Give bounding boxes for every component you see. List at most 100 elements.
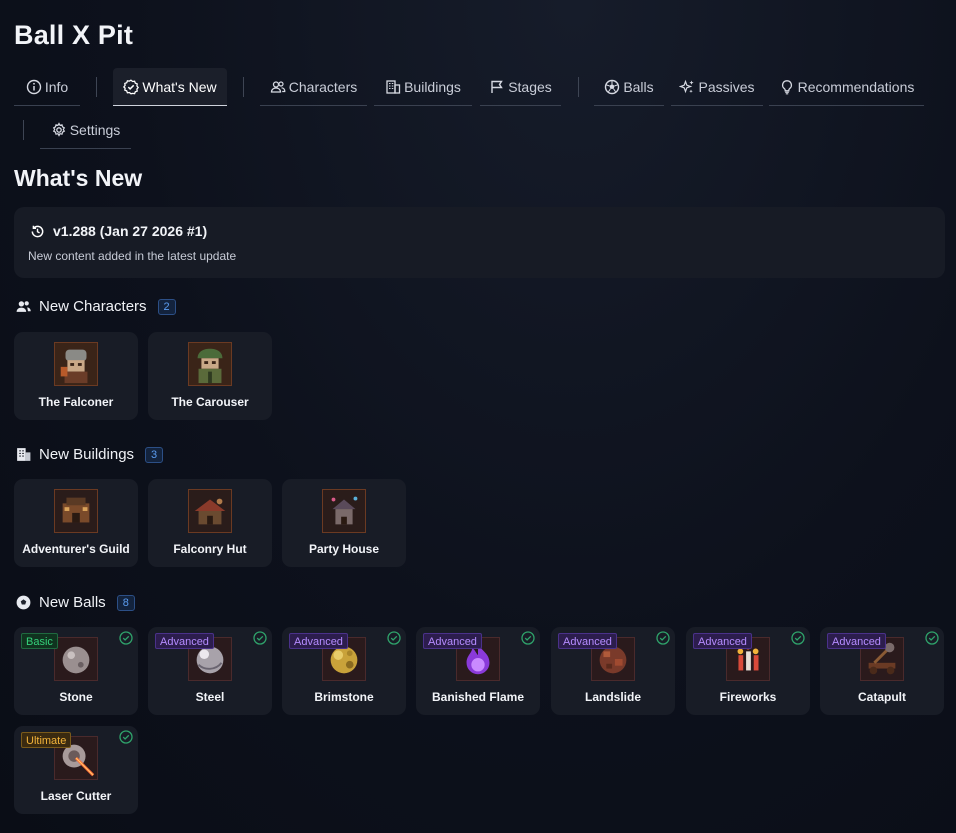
tab-label: Settings [69,121,121,138]
ball-icon [16,595,31,610]
tab-info[interactable]: Info [14,68,80,106]
ball-icon [605,79,620,94]
tab-whats-new[interactable]: What's New [113,68,227,106]
characters-heading: New Characters 2 [15,298,176,315]
check-circle-icon [521,631,535,645]
character-card[interactable]: The Carouser [148,332,272,420]
balls-title: New Balls [39,594,106,611]
sparkles-icon [679,79,695,93]
rarity-badge: Advanced [693,633,752,649]
buildings-heading: New Buildings 3 [15,446,164,463]
character-card[interactable]: The Falconer [14,332,138,420]
building-icon [386,79,401,94]
tab-settings[interactable]: Settings [40,111,131,149]
character-portrait-icon [189,343,231,385]
ball-card[interactable]: Advanced Catapult [820,627,944,715]
ball-name: Banished Flame [431,690,525,704]
version-description: New content added in the latest update [28,249,237,263]
users-icon [270,80,286,93]
character-name: The Carouser [171,395,249,409]
ball-name: Laser Cutter [40,789,112,803]
rarity-badge: Basic [21,633,58,649]
version-card: v1.288 (Jan 27 2026 #1) New content adde… [14,207,945,278]
balls-count: 8 [116,594,135,611]
check-badge-icon [123,78,140,95]
adventurers-guild-image [54,489,98,533]
version-line: v1.288 (Jan 27 2026 #1) [30,223,207,239]
ball-name: Stone [59,690,93,704]
tab-label: Characters [288,78,358,95]
history-icon [31,225,44,237]
building-name: Party House [308,542,380,556]
characters-title: New Characters [39,298,147,315]
check-circle-icon [119,730,133,744]
rarity-badge: Advanced [155,633,214,649]
stone-ball-image [54,637,98,681]
check-circle-icon [656,631,670,645]
ball-sprite-icon [62,646,90,674]
building-sprite-icon [323,490,365,532]
building-icon [17,448,31,461]
ball-card[interactable]: Advanced Brimstone [282,627,406,715]
check-circle-icon [791,631,805,645]
tab-buildings[interactable]: Buildings [374,68,472,106]
ball-card[interactable]: Advanced Fireworks [686,627,810,715]
tab-label: Balls [623,78,654,95]
building-name: Adventurer's Guild [22,542,130,556]
building-name: Falconry Hut [173,542,247,556]
character-portrait-icon [55,343,97,385]
rarity-badge: Advanced [423,633,482,649]
building-sprite-icon [189,490,231,532]
tab-stages[interactable]: Stages [480,68,561,106]
character-name: The Falconer [38,395,114,409]
carouser-portrait [188,342,232,386]
page-title: What's New [14,165,143,191]
tab-separator [96,77,97,97]
tab-passives[interactable]: Passives [671,68,763,106]
check-circle-icon [119,631,133,645]
building-card[interactable]: Party House [282,479,406,567]
tab-label: Stages [508,78,552,95]
rarity-badge: Ultimate [21,732,72,748]
ball-name: Fireworks [719,690,777,704]
tab-separator [243,77,244,97]
flag-icon [491,80,504,93]
tab-separator [578,77,579,97]
building-sprite-icon [55,490,97,532]
ball-card[interactable]: Ultimate Laser Cutter [14,726,138,814]
tab-separator [23,120,24,140]
tab-label: What's New [142,78,217,95]
check-circle-icon [925,631,939,645]
rarity-badge: Advanced [558,633,617,649]
ball-card[interactable]: Basic Stone [14,627,138,715]
gear-icon [52,121,65,137]
rarity-badge: Advanced [289,633,348,649]
tab-label: Passives [698,78,755,95]
ball-name: Steel [195,690,225,704]
lightbulb-icon [781,79,792,94]
building-card[interactable]: Falconry Hut [148,479,272,567]
tab-balls[interactable]: Balls [594,68,664,106]
ball-name: Landslide [584,690,641,704]
ball-card[interactable]: Advanced Landslide [551,627,675,715]
tab-label: Buildings [404,78,461,95]
falconer-portrait [54,342,98,386]
ball-name: Brimstone [314,690,374,704]
balls-heading: New Balls 8 [15,594,135,611]
version-text: v1.288 (Jan 27 2026 #1) [53,223,208,239]
app-title: Ball X Pit [14,20,134,50]
ball-card[interactable]: Advanced Banished Flame [416,627,540,715]
check-circle-icon [387,631,401,645]
buildings-count: 3 [145,446,164,463]
buildings-title: New Buildings [39,446,135,463]
party-house-image [322,489,366,533]
ball-name: Catapult [858,690,906,704]
users-icon [16,301,31,312]
check-circle-icon [253,631,267,645]
falconry-hut-image [188,489,232,533]
characters-count: 2 [157,298,176,315]
building-card[interactable]: Adventurer's Guild [14,479,138,567]
ball-card[interactable]: Advanced Steel [148,627,272,715]
tab-characters[interactable]: Characters [260,68,367,106]
tab-recommendations[interactable]: Recommendations [769,68,924,106]
